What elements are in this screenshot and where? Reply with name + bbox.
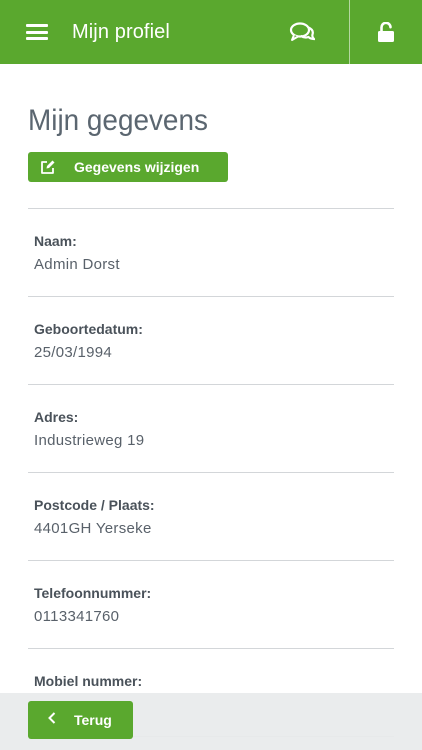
chevron-left-icon [48, 711, 56, 729]
field-label: Mobiel nummer: [34, 673, 143, 689]
field-postcode-city: Postcode / Plaats: 4401GH Yerseke [28, 473, 394, 561]
back-button[interactable]: Terug [28, 701, 133, 739]
edit-details-label: Gegevens wijzigen [74, 159, 200, 175]
edit-details-button[interactable]: Gegevens wijzigen [28, 152, 228, 182]
field-value: Industrieweg 19 [34, 432, 145, 449]
page-title: Mijn gegevens [28, 104, 208, 137]
chat-bubbles-icon [289, 22, 315, 41]
field-label: Naam: [34, 233, 77, 249]
field-label: Adres: [34, 409, 79, 425]
back-button-label: Terug [74, 712, 112, 728]
app-title: Mijn profiel [72, 20, 170, 43]
field-label: Geboortedatum: [34, 321, 143, 337]
hamburger-icon [26, 24, 48, 40]
lock-button[interactable] [350, 0, 422, 64]
app: Mijn profiel Mijn gegevens Gegevens wijz… [0, 0, 422, 750]
top-bar: Mijn profiel [0, 0, 422, 64]
chat-button[interactable] [277, 0, 327, 64]
unlock-icon [378, 22, 394, 42]
details-list: Naam: Admin Dorst Geboortedatum: 25/03/1… [28, 208, 394, 737]
bottom-bar: Terug [0, 693, 422, 750]
field-name: Naam: Admin Dorst [28, 209, 394, 297]
field-value: 4401GH Yerseke [34, 520, 152, 537]
field-value: 0113341760 [34, 608, 120, 625]
field-phone: Telefoonnummer: 0113341760 [28, 561, 394, 649]
field-label: Postcode / Plaats: [34, 497, 155, 513]
field-address: Adres: Industrieweg 19 [28, 385, 394, 473]
field-value: 25/03/1994 [34, 344, 113, 361]
profile-content: Mijn gegevens Gegevens wijzigen Naam: Ad… [28, 64, 394, 737]
field-label: Telefoonnummer: [34, 585, 152, 601]
edit-icon [40, 159, 56, 175]
menu-button[interactable] [12, 0, 62, 64]
field-birthdate: Geboortedatum: 25/03/1994 [28, 297, 394, 385]
field-value: Admin Dorst [34, 256, 120, 273]
